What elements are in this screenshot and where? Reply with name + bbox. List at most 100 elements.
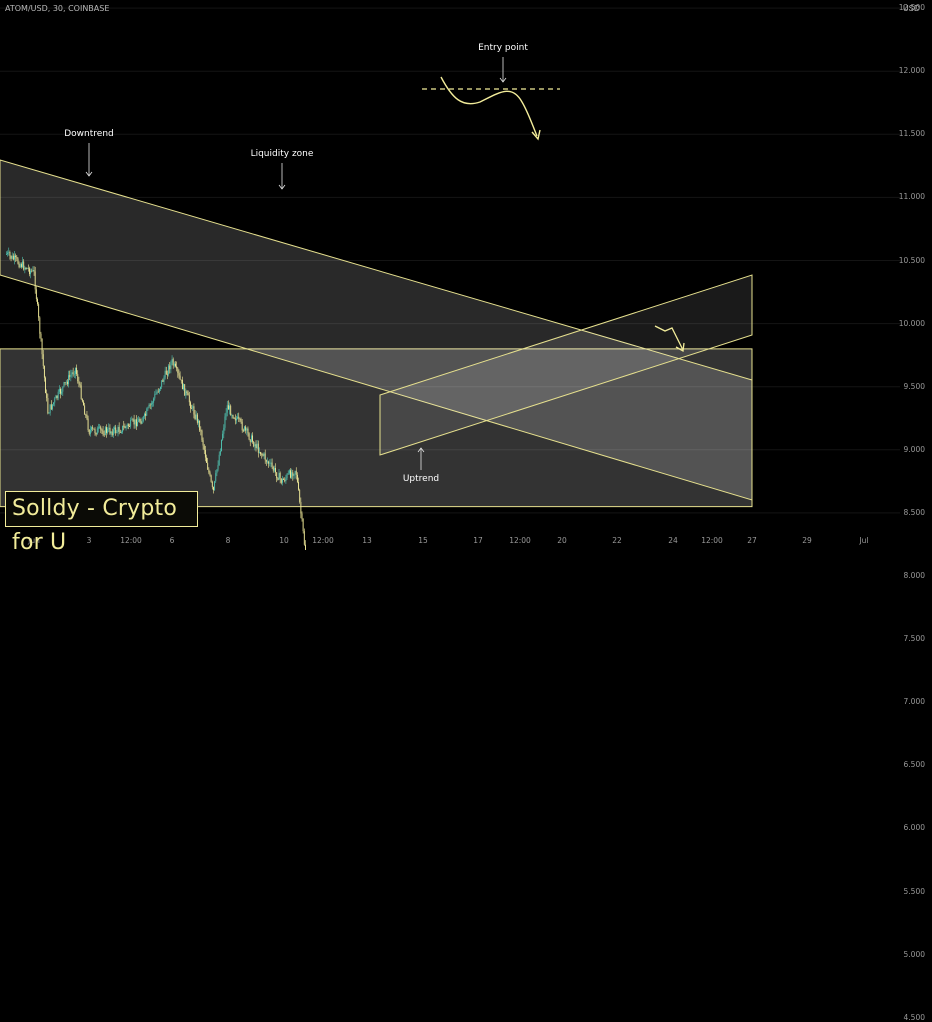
candle-body	[270, 462, 272, 464]
price-tick-label: 12.500	[898, 3, 925, 13]
time-tick-label: 24	[668, 536, 678, 545]
candle-body	[298, 481, 299, 490]
candle-body	[94, 429, 96, 434]
candle-body	[206, 457, 207, 463]
candle-body	[76, 367, 78, 375]
candle-body	[134, 419, 136, 425]
candle-body	[87, 418, 89, 430]
candle-body	[8, 251, 10, 253]
candle-body	[194, 414, 196, 420]
candle-body	[144, 413, 145, 417]
candle-body	[217, 465, 219, 470]
candle-body	[129, 426, 130, 427]
candle-body	[75, 367, 76, 374]
time-tick-label: 15	[418, 536, 428, 545]
candle-body	[294, 470, 296, 475]
candle-body	[284, 479, 286, 482]
candle-body	[108, 427, 110, 429]
candle-body	[65, 381, 67, 383]
candle-body	[236, 418, 237, 421]
candle-body	[107, 428, 109, 433]
candle-body	[305, 544, 306, 550]
candle-body	[167, 374, 168, 376]
candle-body	[84, 405, 86, 415]
candle-body	[263, 453, 265, 456]
candle-body	[149, 404, 151, 406]
candle-body	[234, 418, 236, 421]
candle-body	[137, 421, 138, 427]
candle-body	[148, 404, 150, 408]
candle-body	[172, 359, 174, 366]
candle-body	[246, 428, 248, 431]
candle-body	[202, 440, 204, 446]
candle-body	[125, 426, 127, 429]
candle-body	[78, 381, 80, 384]
candle-body	[47, 397, 49, 414]
candle-body	[146, 409, 148, 416]
candle-body	[77, 374, 79, 382]
candle-body	[19, 264, 21, 268]
candle-body	[302, 518, 304, 532]
candle-body	[142, 416, 144, 421]
candle-body	[180, 379, 182, 381]
candle-body	[181, 379, 183, 390]
candle-body	[187, 392, 189, 396]
candle-body	[286, 474, 288, 479]
candle-body	[254, 444, 256, 447]
candle-body	[45, 377, 46, 394]
candle-body	[293, 474, 295, 476]
price-tick-label: 5.000	[903, 949, 925, 959]
candle-body	[214, 481, 216, 491]
candle-body	[116, 431, 118, 434]
candle-body	[115, 427, 117, 434]
candle-body	[168, 365, 170, 375]
candle-body	[33, 269, 35, 272]
candle-body	[85, 414, 87, 416]
candle-body	[213, 487, 214, 491]
candle-body	[292, 472, 294, 476]
time-tick-label: 27	[747, 536, 757, 545]
candle-body	[145, 413, 147, 416]
price-tick-label: 9.000	[903, 444, 925, 454]
candle-body	[183, 384, 184, 390]
candle-body	[280, 478, 282, 483]
candle-body	[110, 431, 112, 434]
candle-body	[257, 443, 259, 453]
candle-body	[290, 470, 291, 478]
candle-body	[232, 415, 234, 418]
candle-body	[63, 382, 65, 387]
candle-body	[178, 373, 180, 376]
candle-body	[46, 393, 48, 398]
candle-body	[196, 414, 198, 423]
candle-body	[278, 472, 280, 480]
candle-body	[203, 445, 205, 451]
candle-body	[123, 425, 125, 427]
candle-body	[262, 454, 264, 456]
candle-body	[231, 415, 233, 416]
candle-body	[175, 363, 176, 367]
price-tick-label: 8.500	[903, 507, 925, 517]
candle-body	[165, 370, 167, 375]
candle-body	[30, 270, 32, 275]
candle-body	[272, 466, 274, 471]
candle-body	[299, 489, 301, 502]
candle-body	[118, 427, 120, 433]
candle-body	[291, 472, 293, 478]
candle-body	[256, 443, 258, 449]
brand-watermark: Solldy - Crypto for U	[5, 491, 198, 555]
candle-body	[127, 424, 129, 427]
candle-body	[303, 531, 305, 545]
candle-body	[41, 338, 43, 355]
candle-body	[190, 402, 191, 409]
candle-body	[155, 393, 157, 395]
candle-body	[106, 427, 107, 433]
candle-body	[227, 405, 229, 410]
candle-body	[201, 430, 203, 441]
candle-body	[96, 428, 98, 435]
candle-body	[64, 382, 66, 384]
candle-body	[229, 405, 230, 410]
price-chart[interactable]: Resistance level7.759Support level7.643S…	[0, 0, 932, 550]
candle-body	[70, 374, 72, 377]
candle-body	[267, 461, 268, 463]
candle-body	[224, 416, 226, 428]
